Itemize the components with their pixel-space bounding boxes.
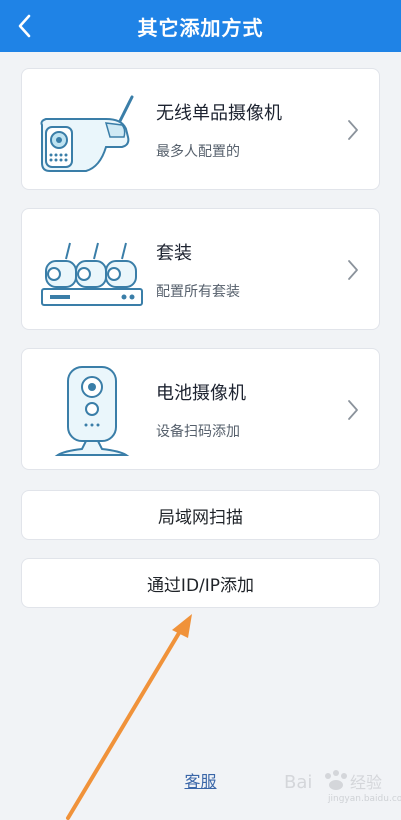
battery-camera-icon — [54, 366, 130, 456]
option-title: 电池摄像机 — [156, 383, 246, 404]
lan-scan-button[interactable]: 局域网扫描 — [21, 490, 380, 540]
nvr-kit-icon — [41, 242, 143, 306]
baidu-watermark: Bai 经验 jingyan.baidu.com — [284, 766, 401, 806]
option-subtitle: 最多人配置的 — [156, 144, 240, 160]
chevron-right-icon — [348, 260, 358, 280]
chevron-right-icon — [348, 400, 358, 420]
option-subtitle: 配置所有套装 — [156, 284, 240, 300]
option-title: 套装 — [156, 243, 192, 264]
top-app-bar: 其它添加方式 — [0, 0, 401, 52]
option-card-kit[interactable]: 套装 配置所有套装 — [21, 208, 380, 330]
chevron-right-icon — [348, 120, 358, 140]
svg-text:经验: 经验 — [350, 773, 382, 792]
option-title: 无线单品摄像机 — [156, 103, 282, 124]
option-card-battery-camera[interactable]: 电池摄像机 设备扫码添加 — [21, 348, 380, 470]
option-subtitle: 设备扫码添加 — [156, 424, 240, 440]
add-by-id-ip-button[interactable]: 通过ID/IP添加 — [21, 558, 380, 608]
wireless-camera-icon — [40, 95, 134, 172]
svg-text:Bai: Bai — [284, 772, 312, 793]
page-title: 其它添加方式 — [137, 16, 264, 40]
option-card-wireless-camera[interactable]: 无线单品摄像机 最多人配置的 — [21, 68, 380, 190]
watermark-subtext: jingyan.baidu.com — [328, 794, 401, 804]
